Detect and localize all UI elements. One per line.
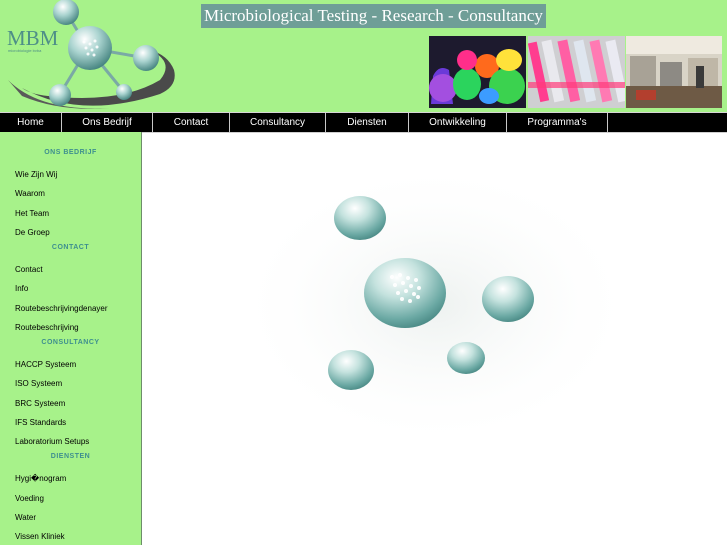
sidebar: ONS BEDRIJF Wie Zijn Wij Waarom Het Team… [0, 132, 142, 545]
header: MBM microbiologie bvba Microbiological T… [0, 0, 727, 112]
sidebar-heading-diensten: DIENSTEN [50, 453, 91, 460]
sidebar-link-contact[interactable]: Contact [15, 265, 43, 274]
sidebar-link-het-team[interactable]: Het Team [15, 209, 49, 218]
sidebar-link-de-groep[interactable]: De Groep [15, 228, 50, 237]
molecule-sphere-small [447, 342, 485, 374]
molecule-graphic [232, 160, 638, 450]
nav-consultancy[interactable]: Consultancy [230, 113, 326, 132]
molecule-sphere-top [334, 196, 386, 240]
sidebar-link-routebeschrijving[interactable]: Routebeschrijving [15, 323, 79, 332]
sidebar-heading-ons-bedrijf: ONS BEDRIJF [44, 149, 97, 156]
laboratory-photo [626, 36, 722, 108]
sidebar-link-wie-zijn-wij[interactable]: Wie Zijn Wij [15, 170, 57, 179]
sidebar-link-voeding[interactable]: Voeding [15, 494, 44, 503]
logo-atom-right [133, 45, 159, 71]
nav-contact[interactable]: Contact [153, 113, 230, 132]
sidebar-link-routebeschrijvingdenayer[interactable]: Routebeschrijvingdenayer [15, 304, 108, 313]
logo-text: MBM [7, 26, 59, 50]
molecule-sphere-right [482, 276, 534, 322]
logo-atom-small [116, 84, 132, 100]
nav-home[interactable]: Home [0, 113, 62, 132]
molecule-sphere-left [328, 350, 374, 390]
sidebar-heading-contact: CONTACT [51, 244, 90, 251]
logo-atom-bottom [49, 84, 71, 106]
logo-atom-center [68, 26, 112, 70]
sidebar-heading-consultancy: CONSULTANCY [41, 339, 100, 346]
mbm-logo[interactable]: MBM microbiologie bvba [0, 0, 180, 112]
colored-flasks-photo [429, 36, 526, 108]
nav-diensten[interactable]: Diensten [326, 113, 409, 132]
sidebar-link-haccp-systeem[interactable]: HACCP Systeem [15, 360, 76, 369]
banner-title: Microbiological Testing - Research - Con… [201, 4, 546, 28]
main-navigation: Home Ons Bedrijf Contact Consultancy Die… [0, 112, 727, 133]
sidebar-link-info[interactable]: Info [15, 284, 28, 293]
molecule-sphere-center [364, 258, 446, 328]
sidebar-link-waarom[interactable]: Waarom [15, 189, 45, 198]
sidebar-link-brc-systeem[interactable]: BRC Systeem [15, 399, 65, 408]
nav-ontwikkeling[interactable]: Ontwikkeling [409, 113, 507, 132]
logo-subtext: microbiologie bvba [8, 48, 42, 53]
sidebar-link-hygienogram[interactable]: Hygi�nogram [15, 474, 66, 483]
sidebar-link-iso-systeem[interactable]: ISO Systeem [15, 379, 62, 388]
logo-atom-top [53, 0, 79, 25]
sidebar-link-vissen-kliniek[interactable]: Vissen Kliniek [15, 532, 65, 541]
sidebar-link-laboratorium-setups[interactable]: Laboratorium Setups [15, 437, 89, 446]
nav-programmas[interactable]: Programma's [507, 113, 608, 132]
sidebar-link-ifs-standards[interactable]: IFS Standards [15, 418, 66, 427]
test-tubes-photo [528, 36, 625, 108]
nav-ons-bedrijf[interactable]: Ons Bedrijf [62, 113, 153, 132]
sidebar-link-water[interactable]: Water [15, 513, 36, 522]
